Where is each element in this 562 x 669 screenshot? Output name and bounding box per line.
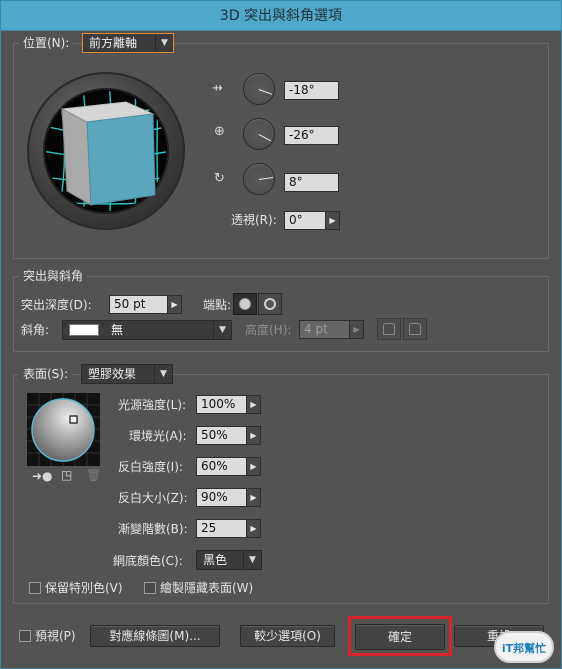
y-rotation-dial[interactable] — [243, 118, 275, 150]
position-dropdown-value: 前方離軸 — [89, 36, 138, 50]
track-cube[interactable] — [27, 72, 185, 230]
bevel-extent-out-button[interactable] — [377, 318, 401, 340]
track-cube-grid — [43, 88, 169, 214]
bevel-in-icon — [409, 323, 421, 335]
bevel-dropdown[interactable]: 無 ▼ — [62, 320, 232, 340]
perspective-label: 透視(R): — [231, 213, 277, 227]
z-rotation-field[interactable]: 8° — [284, 173, 339, 192]
ambient-light-step-button[interactable]: ▶ — [246, 426, 261, 445]
y-axis-rotate-icon: ⊕ — [214, 124, 225, 139]
light-intensity-field[interactable]: 100% — [196, 395, 247, 414]
chevron-down-icon: ▼ — [155, 34, 173, 52]
perspective-field[interactable]: 0° — [284, 211, 326, 230]
extrude-depth-label: 突出深度(D): — [21, 298, 92, 312]
lighting-sphere-preview[interactable] — [27, 393, 100, 466]
cap-off-button[interactable] — [258, 293, 282, 315]
preview-label: 預視(P) — [35, 629, 76, 643]
window-title: 3D 突出與斜角選項 — [219, 8, 343, 24]
light-intensity-step-button[interactable]: ▶ — [246, 395, 261, 414]
x-rotation-field[interactable]: -18° — [284, 81, 339, 100]
highlight-size-field[interactable]: 90% — [196, 488, 247, 507]
ambient-light-label: 環境光(A): — [129, 429, 187, 443]
z-rotation-dial[interactable] — [243, 163, 275, 195]
preserve-spot-checkbox[interactable] — [29, 582, 41, 594]
chevron-down-icon: ▼ — [243, 551, 261, 569]
cap-on-icon — [239, 298, 251, 310]
delete-light-icon[interactable]: 🗑 — [86, 468, 101, 482]
map-art-button-label: 對應線條圖(M)... — [109, 629, 201, 643]
dialog-body: 位置(N): 前方離軸 ▼ ⇸ -18° ⊕ -26° ↻ 8° 透視(R): … — [7, 31, 555, 663]
y-rotation-field[interactable]: -26° — [284, 126, 339, 145]
lighting-grid — [27, 393, 100, 466]
map-art-button[interactable]: 對應線條圖(M)... — [90, 625, 220, 647]
fewer-options-button-label: 較少選項(O) — [254, 629, 321, 643]
position-label: 位置(N): — [19, 35, 74, 51]
surface-dropdown[interactable]: 塑膠效果 ▼ — [81, 364, 173, 384]
new-light-icon[interactable]: ◳ — [61, 468, 72, 482]
x-axis-rotate-icon: ⇸ — [212, 81, 223, 96]
ok-button-label: 確定 — [387, 630, 412, 644]
height-label: 高度(H): — [245, 323, 292, 337]
cap-off-icon — [264, 298, 276, 310]
ok-button[interactable]: 確定 — [355, 624, 445, 650]
preview-checkbox[interactable] — [19, 630, 31, 642]
position-dropdown[interactable]: 前方離軸 ▼ — [82, 33, 174, 53]
blend-steps-step-button[interactable]: ▶ — [246, 519, 261, 538]
shading-color-value: 黑色 — [203, 553, 228, 567]
height-step-button[interactable]: ▶ — [349, 320, 364, 339]
draw-hidden-label: 繪製隱藏表面(W) — [160, 581, 254, 595]
light-intensity-label: 光源強度(L): — [118, 398, 187, 412]
highlight-intensity-field[interactable]: 60% — [196, 457, 247, 476]
ithome-watermark-logo: iT邦幫忙 — [494, 631, 554, 663]
preserve-spot-label: 保留特別色(V) — [45, 581, 123, 595]
highlight-size-step-button[interactable]: ▶ — [246, 488, 261, 507]
window-titlebar: 3D 突出與斜角選項 — [0, 0, 562, 31]
extrude-bevel-title: 突出與斜角 — [19, 268, 88, 284]
cap-on-button[interactable] — [233, 293, 257, 315]
bevel-extent-in-button[interactable] — [403, 318, 427, 340]
highlight-intensity-label: 反白強度(I): — [118, 460, 183, 474]
surface-dropdown-value: 塑膠效果 — [88, 367, 137, 381]
move-light-back-icon[interactable]: ➜● — [32, 469, 53, 483]
highlight-intensity-step-button[interactable]: ▶ — [246, 457, 261, 476]
extrude-depth-field[interactable]: 50 pt — [109, 295, 168, 314]
highlight-size-label: 反白大小(Z): — [118, 491, 188, 505]
x-rotation-dial[interactable] — [243, 73, 275, 105]
bevel-label: 斜角: — [21, 323, 50, 337]
surface-label: 表面(S): — [19, 366, 73, 382]
shading-color-label: 網底顏色(C): — [113, 554, 183, 568]
height-field[interactable]: 4 pt — [299, 320, 350, 339]
perspective-step-button[interactable]: ▶ — [325, 211, 340, 230]
blend-steps-label: 漸變階數(B): — [118, 522, 188, 536]
chevron-down-icon: ▼ — [154, 365, 172, 383]
blend-steps-field[interactable]: 25 — [196, 519, 247, 538]
z-axis-rotate-icon: ↻ — [214, 171, 225, 186]
bevel-swatch-icon — [69, 324, 99, 336]
extrude-depth-step-button[interactable]: ▶ — [167, 295, 182, 314]
ambient-light-field[interactable]: 50% — [196, 426, 247, 445]
bevel-dropdown-value: 無 — [111, 323, 124, 337]
watermark-text: iT邦幫忙 — [501, 642, 547, 655]
shading-color-dropdown[interactable]: 黑色 ▼ — [196, 550, 262, 570]
draw-hidden-checkbox[interactable] — [144, 582, 156, 594]
bevel-out-icon — [383, 323, 395, 335]
chevron-down-icon: ▼ — [213, 321, 231, 339]
fewer-options-button[interactable]: 較少選項(O) — [240, 625, 335, 647]
cap-label: 端點: — [203, 298, 232, 312]
